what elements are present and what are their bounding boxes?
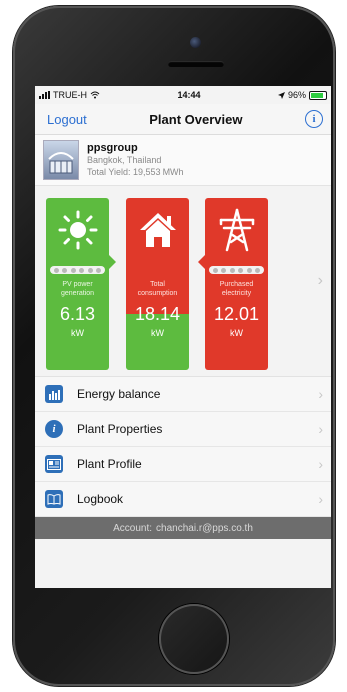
chevron-right-icon: ›: [318, 456, 323, 472]
navigation-bar: Logout Plant Overview i: [35, 104, 331, 135]
wifi-icon: [90, 91, 100, 99]
menu-label: Logbook: [77, 492, 124, 506]
plant-header[interactable]: ppsgroup Bangkok, Thailand Total Yield: …: [35, 135, 331, 186]
status-right: 96%: [277, 90, 327, 100]
location-arrow-icon: [277, 91, 285, 99]
energy-flow-panel[interactable]: PV power generation 6.13 kW Total consum…: [35, 186, 331, 376]
home-button[interactable]: [159, 604, 229, 674]
purchased-unit: kW: [230, 328, 243, 338]
menu-label: Energy balance: [77, 387, 161, 401]
pv-label: PV power generation: [46, 280, 109, 298]
pv-generation-tile[interactable]: PV power generation 6.13 kW: [46, 198, 109, 370]
plant-total-yield: Total Yield: 19,553 MWh: [87, 166, 184, 178]
battery-percent: 96%: [287, 90, 306, 100]
consumption-unit: kW: [151, 328, 164, 338]
status-bar: TRUE-H 14:44 96%: [35, 86, 331, 104]
earpiece-speaker: [168, 61, 224, 67]
chevron-right-icon[interactable]: ›: [318, 272, 323, 290]
consumption-tile[interactable]: Total consumption 18.14 kW: [126, 198, 189, 370]
pv-label-line2: generation: [60, 290, 95, 297]
menu-item-energy-balance[interactable]: Energy balance ›: [35, 377, 331, 412]
plant-info: ppsgroup Bangkok, Thailand Total Yield: …: [87, 142, 184, 178]
total-yield-value: Total Yield: 19,553: [87, 167, 161, 177]
consumption-label-line1: Total: [150, 281, 165, 288]
logout-button[interactable]: Logout: [47, 112, 87, 127]
consumption-label-line2: consumption: [137, 290, 178, 297]
purchased-electricity-tile[interactable]: Purchased electricity 12.01 kW: [205, 198, 268, 370]
front-camera: [190, 37, 201, 48]
status-left: TRUE-H: [39, 90, 100, 100]
power-tower-icon: [219, 208, 254, 252]
consumption-label: Total consumption: [126, 280, 189, 298]
consumption-value: 18.14: [134, 304, 181, 324]
menu-item-logbook[interactable]: Logbook ›: [35, 482, 331, 517]
menu-item-plant-profile[interactable]: Plant Profile ›: [35, 447, 331, 482]
flow-arrow-right: [109, 255, 116, 269]
tile-icon-container: [126, 208, 189, 252]
account-bar: Account: chanchai.r@pps.co.th: [35, 517, 331, 539]
account-label: Account:: [113, 522, 153, 534]
purchased-label-line1: Purchased: [219, 281, 254, 288]
pv-unit: kW: [71, 328, 84, 338]
plant-location: Bangkok, Thailand: [87, 155, 162, 165]
flow-arrow-left: [198, 255, 205, 269]
chevron-right-icon: ›: [318, 491, 323, 507]
book-icon: [45, 490, 63, 508]
chevron-right-icon: ›: [318, 386, 323, 402]
account-email: chanchai.r@pps.co.th: [156, 522, 253, 534]
menu-list: Energy balance › i Plant Properties › Pl…: [35, 376, 331, 517]
info-icon: i: [45, 420, 63, 438]
building-icon: [48, 152, 74, 174]
bar-chart-icon: [45, 385, 63, 403]
plant-thumbnail: [43, 140, 79, 180]
pv-label-line1: PV power: [62, 281, 93, 288]
profile-card-icon: [45, 455, 63, 473]
purchased-label: Purchased electricity: [205, 280, 268, 298]
menu-item-plant-properties[interactable]: i Plant Properties ›: [35, 412, 331, 447]
pv-value: 6.13: [59, 304, 96, 324]
plant-name: ppsgroup: [87, 142, 138, 154]
app-screen: TRUE-H 14:44 96% Logout Plant Overview i: [35, 86, 331, 588]
purchased-label-line2: electricity: [221, 290, 252, 297]
menu-label: Plant Profile: [77, 457, 142, 471]
purchased-value: 12.01: [213, 304, 260, 324]
info-icon[interactable]: i: [304, 110, 323, 128]
carrier-label: TRUE-H: [53, 90, 87, 100]
house-icon: [139, 213, 176, 247]
tile-icon-container: [205, 208, 268, 252]
battery-icon: [308, 90, 327, 100]
flow-dots: [50, 266, 105, 274]
tile-icon-container: [46, 208, 109, 252]
total-yield-unit: MWh: [162, 167, 184, 177]
page-title: Plant Overview: [149, 111, 243, 127]
sun-icon: [58, 210, 97, 250]
signal-icon: [39, 91, 50, 99]
menu-label: Plant Properties: [77, 422, 163, 436]
status-time: 14:44: [177, 90, 201, 100]
flow-dots: [209, 266, 264, 274]
chevron-right-icon: ›: [318, 421, 323, 437]
